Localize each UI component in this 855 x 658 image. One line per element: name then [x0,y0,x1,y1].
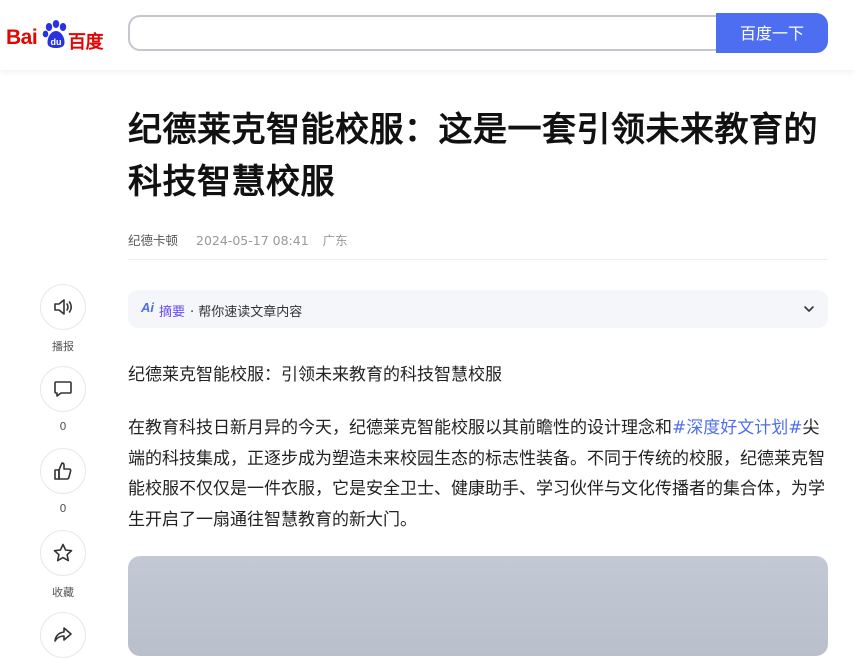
share-icon [54,627,72,642]
sidebar-item-speak[interactable]: 播报 [39,284,87,354]
sidebar-label: 播报 [52,340,74,353]
svg-text:du: du [51,37,62,47]
ai-icon: Ai [141,300,154,315]
star-icon [53,543,73,562]
sidebar-item-share[interactable] [39,612,87,658]
publish-location: 广东 [322,233,348,248]
baidu-logo[interactable]: Bai du 百度 [6,17,110,53]
search-input[interactable] [142,17,706,51]
speaker-icon [54,299,73,315]
article-title: 纪德莱克智能校服：这是一套引领未来教育的科技智慧校服 [128,110,818,202]
paragraph-text: 在教育科技日新月异的今天，纪德莱克智能校服以其前瞻性的设计理念和 [128,418,672,438]
comment-icon [54,381,72,397]
like-count: 0 [59,502,67,515]
sidebar-item-like[interactable]: 0 [39,448,87,515]
thumbs-up-icon [54,462,72,480]
ai-summary-bar[interactable]: Ai 摘要 · 帮你速读文章内容 [128,290,828,328]
share-button[interactable] [40,612,86,658]
sidebar-label: 收藏 [52,586,74,599]
article-paragraph: 在教育科技日新月异的今天，纪德莱克智能校服以其前瞻性的设计理念和#深度好文计划#… [128,413,828,535]
comment-button[interactable] [40,366,86,412]
article-meta: 纪德卡顿 2024-05-17 08:41 广东 [128,230,348,249]
top-bar: Bai du 百度 百度一下 [0,0,855,70]
publish-time: 2024-05-17 08:41 [196,233,309,248]
chevron-down-icon[interactable] [802,302,816,316]
like-button[interactable] [40,448,86,494]
hashtag-link[interactable]: #深度好文计划# [672,418,803,438]
ai-summary-desc: · 帮你速读文章内容 [190,305,303,320]
sidebar-item-comment[interactable]: 0 [39,366,87,433]
meta-divider [128,259,828,260]
favorite-button[interactable] [40,530,86,576]
article-paragraph: 纪德莱克智能校服：引领未来教育的科技智慧校服 [128,365,502,385]
comment-count: 0 [59,420,67,433]
logo-text-baidu: 百度 [68,32,104,53]
sidebar-item-favorite[interactable]: 收藏 [39,530,87,600]
article-image [128,556,828,656]
ai-summary-label: 摘要 [159,305,186,320]
search-box [128,15,716,51]
speak-button[interactable] [40,284,86,330]
logo-text-bai: Bai [6,26,38,49]
search-button[interactable]: 百度一下 [716,13,828,53]
author-name[interactable]: 纪德卡顿 [128,233,178,248]
